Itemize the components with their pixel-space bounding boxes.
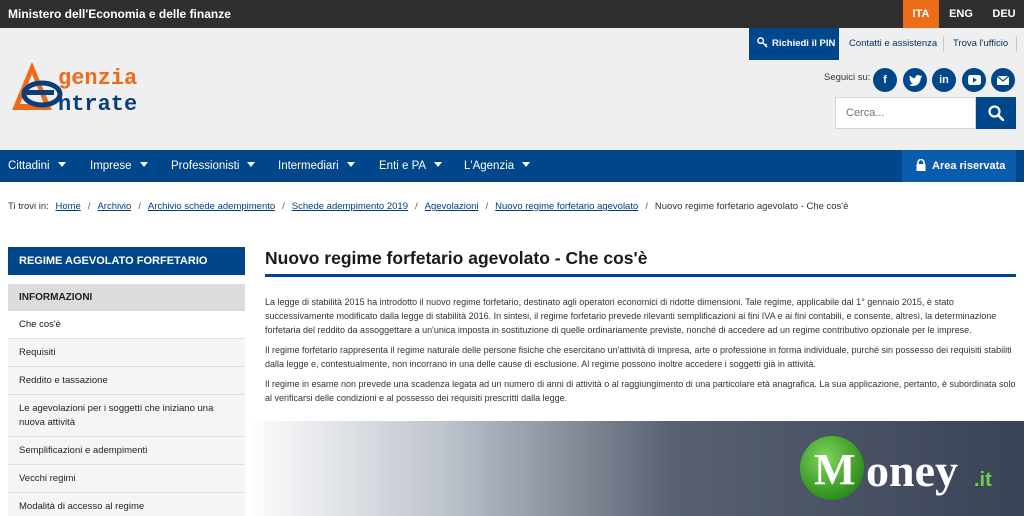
- logo-text-top: genzia: [58, 66, 137, 91]
- sidebar-item-che-cose[interactable]: Che cos'è: [8, 311, 245, 339]
- money-logo-icon: M oney .it: [800, 436, 992, 500]
- sidebar-item-label: Vecchi regimi: [19, 473, 76, 484]
- nav-item-imprese[interactable]: Imprese: [90, 150, 148, 182]
- top-bar: Ministero dell'Economia e delle finanze …: [0, 0, 1024, 28]
- nav-label: L'Agenzia: [464, 160, 515, 172]
- nav-item-agenzia[interactable]: L'Agenzia: [464, 150, 531, 182]
- lock-icon: [916, 158, 926, 171]
- sidebar-item-requisiti[interactable]: Requisiti: [8, 339, 245, 367]
- main-nav: Cittadini Imprese Professionisti Interme…: [0, 150, 1024, 182]
- chevron-down-icon: [247, 162, 256, 167]
- sidebar-item-label: Le agevolazioni per i soggetti che inizi…: [19, 402, 214, 428]
- nav-label: Cittadini: [8, 160, 50, 172]
- breadcrumb: Ti trovi in: Home / Archivio / Archivio sche…: [8, 201, 848, 212]
- email-icon[interactable]: [991, 68, 1015, 92]
- nav-label: Enti e PA: [379, 160, 427, 172]
- sidebar-item-label: Requisiti: [19, 347, 56, 358]
- nav-item-professionisti[interactable]: Professionisti: [171, 150, 256, 182]
- breadcrumb-link-archivio-schede[interactable]: Archivio schede adempimento: [148, 201, 275, 212]
- sidebar-item-label: Reddito e tassazione: [19, 375, 108, 386]
- search-button[interactable]: [976, 97, 1016, 129]
- breadcrumb-link-regime[interactable]: Nuovo regime forfetario agevolato: [495, 201, 638, 212]
- youtube-icon[interactable]: [962, 68, 986, 92]
- money-logo-letter: M: [814, 445, 856, 494]
- search-input[interactable]: [835, 97, 976, 129]
- sidebar-title: REGIME AGEVOLATO FORFETARIO: [8, 247, 245, 275]
- sidebar-item-vecchi-regimi[interactable]: Vecchi regimi: [8, 465, 245, 493]
- sidebar: REGIME AGEVOLATO FORFETARIO INFORMAZIONI…: [8, 247, 245, 516]
- header-divider: [1016, 36, 1017, 52]
- breadcrumb-separator: /: [415, 201, 418, 212]
- breadcrumb-link-archivio[interactable]: Archivio: [97, 201, 131, 212]
- chevron-down-icon: [57, 162, 66, 167]
- main-content: Nuovo regime forfetario agevolato - Che …: [265, 247, 1016, 405]
- sidebar-item-semplificazioni[interactable]: Semplificazioni e adempimenti: [8, 437, 245, 465]
- nav-label: Intermediari: [278, 160, 339, 172]
- page-title: Nuovo regime forfetario agevolato - Che …: [265, 247, 1016, 277]
- facebook-icon[interactable]: f: [873, 68, 897, 92]
- breadcrumb-separator: /: [87, 201, 91, 212]
- lang-eng[interactable]: ENG: [943, 0, 979, 28]
- logo-text-bottom: ntrate: [58, 92, 137, 117]
- linkedin-icon[interactable]: in: [932, 68, 956, 92]
- content-paragraph: Il regime in esame non prevede una scade…: [265, 379, 1016, 403]
- site-header: genzia ntrate Richiedi il PIN Contatti e…: [0, 28, 1024, 150]
- breadcrumb-prefix: Ti trovi in:: [8, 201, 49, 212]
- money-it-watermark: M oney .it: [800, 434, 1020, 504]
- search-icon: [988, 105, 1004, 121]
- nav-label: Imprese: [90, 160, 132, 172]
- sidebar-section-header: INFORMAZIONI: [8, 284, 245, 311]
- sidebar-item-label: Semplificazioni e adempimenti: [19, 445, 148, 456]
- lang-ita[interactable]: ITA: [903, 0, 939, 28]
- chevron-down-icon: [434, 162, 443, 167]
- breadcrumb-link-agevolazioni[interactable]: Agevolazioni: [425, 201, 479, 212]
- breadcrumb-separator: /: [282, 201, 285, 212]
- key-icon: [757, 37, 768, 48]
- logo-mark-icon: genzia ntrate: [12, 62, 137, 117]
- header-divider: [943, 36, 944, 52]
- breadcrumb-link-home[interactable]: Home: [55, 201, 80, 212]
- money-logo-text: oney: [866, 445, 958, 496]
- nav-item-intermediari[interactable]: Intermediari: [278, 150, 355, 182]
- money-logo-suffix: .it: [974, 469, 992, 491]
- reserved-area-button[interactable]: Area riservata: [902, 150, 1016, 182]
- social-label: Seguici su:: [824, 72, 871, 83]
- reserved-area-label: Area riservata: [932, 160, 1006, 172]
- breadcrumb-link-schede-2019[interactable]: Schede adempimento 2019: [292, 201, 408, 212]
- nav-item-enti-pa[interactable]: Enti e PA: [379, 150, 443, 182]
- sidebar-item-label: Modalità di accesso al regime: [19, 501, 145, 512]
- breadcrumb-separator: /: [645, 201, 648, 212]
- twitter-icon[interactable]: [903, 68, 927, 92]
- sidebar-item-reddito[interactable]: Reddito e tassazione: [8, 367, 245, 395]
- content-paragraph: Il regime forfetario rappresenta il regi…: [265, 345, 1012, 369]
- contacts-link[interactable]: Contatti e assistenza: [849, 28, 937, 60]
- breadcrumb-separator: /: [485, 201, 489, 212]
- sidebar-item-agevolazioni-nuova-attivita[interactable]: Le agevolazioni per i soggetti che inizi…: [8, 395, 245, 437]
- sidebar-item-modalita-accesso[interactable]: Modalità di accesso al regime: [8, 493, 245, 516]
- agenzia-entrate-logo[interactable]: genzia ntrate: [8, 58, 188, 120]
- lang-deu[interactable]: DEU: [986, 0, 1022, 28]
- chevron-down-icon: [522, 162, 531, 167]
- breadcrumb-separator: /: [138, 201, 141, 212]
- nav-label: Professionisti: [171, 160, 240, 172]
- sidebar-item-label: Che cos'è: [19, 319, 61, 330]
- breadcrumb-current: Nuovo regime forfetario agevolato - Che …: [654, 201, 849, 212]
- request-pin-label: Richiedi il PIN: [772, 38, 836, 49]
- request-pin-button[interactable]: Richiedi il PIN: [749, 28, 839, 60]
- chevron-down-icon: [139, 162, 148, 167]
- nav-item-cittadini[interactable]: Cittadini: [8, 150, 66, 182]
- ministry-link[interactable]: Ministero dell'Economia e delle finanze: [8, 0, 231, 28]
- chevron-down-icon: [346, 162, 355, 167]
- find-office-link[interactable]: Trova l'ufficio: [953, 28, 1008, 60]
- content-paragraph: La legge di stabilità 2015 ha introdotto…: [265, 297, 997, 335]
